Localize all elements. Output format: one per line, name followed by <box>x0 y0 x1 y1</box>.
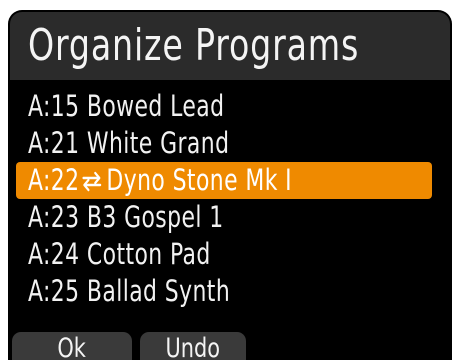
undo-button-label: Undo <box>165 333 221 360</box>
list-item-selected[interactable]: A:22 Dyno Stone Mk I <box>16 162 432 199</box>
ok-button-label: Ok <box>57 333 87 360</box>
page-title: Organize Programs <box>28 20 360 71</box>
organize-programs-screen: Organize Programs A:15 Bowed Lead A:21 W… <box>8 10 452 360</box>
program-label: A:15 Bowed Lead <box>28 89 225 123</box>
program-label: A:21 White Grand <box>28 126 230 160</box>
list-item[interactable]: A:24 Cotton Pad <box>16 236 432 273</box>
program-list: A:15 Bowed Lead A:21 White Grand A:22 Dy… <box>8 88 452 310</box>
list-item[interactable]: A:15 Bowed Lead <box>16 88 432 125</box>
program-label: A:23 B3 Gospel 1 <box>28 200 224 234</box>
list-item[interactable]: A:21 White Grand <box>16 125 432 162</box>
header-bar: Organize Programs <box>10 12 450 80</box>
undo-button[interactable]: Undo <box>140 332 246 360</box>
program-label: A:25 Ballad Synth <box>28 274 231 308</box>
list-item[interactable]: A:25 Ballad Synth <box>16 273 432 310</box>
softkey-bar: Ok Undo <box>12 332 452 360</box>
swap-arrows-icon <box>82 171 102 192</box>
program-number: A:22 <box>28 163 80 197</box>
program-label: A:22 Dyno Stone Mk I <box>28 162 292 199</box>
program-name: Dyno Stone Mk I <box>106 163 293 197</box>
list-item[interactable]: A:23 B3 Gospel 1 <box>16 199 432 236</box>
ok-button[interactable]: Ok <box>12 332 132 360</box>
program-label: A:24 Cotton Pad <box>28 237 211 271</box>
